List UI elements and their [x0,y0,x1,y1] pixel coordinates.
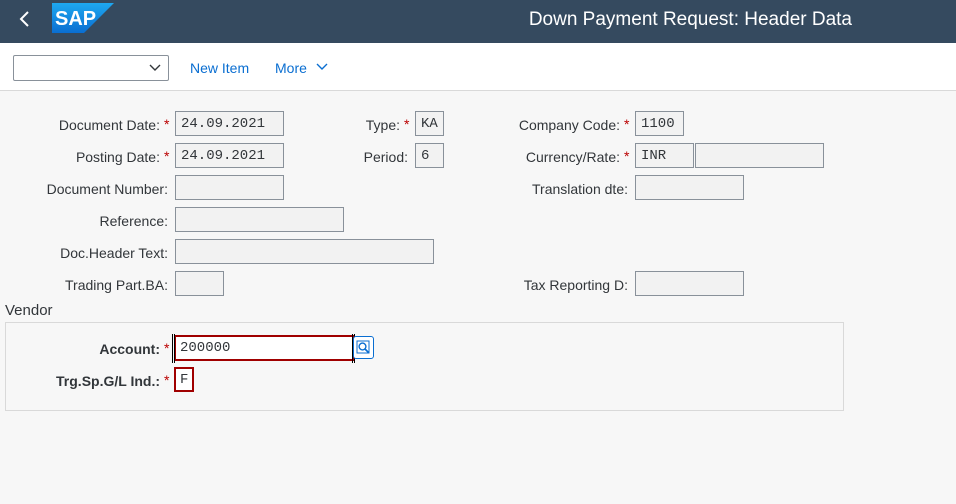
page-title: Down Payment Request: Header Data [528,9,852,30]
value-help-icon [356,340,370,354]
document-date-field[interactable]: 24.09.2021 [175,111,284,136]
tax-reporting-label: Tax Reporting D: [523,277,628,293]
more-label: More [275,60,307,76]
document-date-label: Document Date: [58,117,160,133]
rate-field[interactable] [695,143,824,168]
sap-logo: SAP [52,3,114,33]
document-number-label: Document Number: [46,181,168,197]
more-button[interactable]: More [275,60,329,76]
required-marker: * [164,340,170,356]
chevron-down-icon [149,64,161,71]
posting-date-field[interactable]: 24.09.2021 [175,143,284,168]
reference-label: Reference: [99,213,168,229]
vendor-section [5,322,844,411]
logo-text: SAP [55,8,96,30]
type-field[interactable]: KA [415,111,444,136]
document-number-field[interactable] [175,175,284,200]
shell-bar: SAP Down Payment Request: Header Data [0,0,956,43]
account-label: Account: [99,341,160,357]
trg-sp-gl-label: Trg.Sp.G/L Ind.: [56,373,160,389]
required-marker: * [164,116,170,132]
required-marker: * [404,116,410,132]
account-field[interactable]: 200000 [174,335,354,361]
required-marker: * [624,116,630,132]
chevron-down-icon [316,63,328,70]
company-code-label: Company Code: [518,117,620,133]
trg-sp-gl-value: F [180,372,189,388]
posting-date-label: Posting Date: [75,149,160,165]
chevron-left-icon [19,11,29,27]
required-marker: * [164,372,170,388]
value-help-button[interactable] [353,336,374,359]
translation-date-field[interactable] [635,175,744,200]
account-value: 200000 [180,340,231,356]
company-code-field[interactable]: 1100 [635,111,684,136]
text-cursor [172,334,175,363]
required-marker: * [624,148,630,164]
period-field[interactable]: 6 [415,143,444,168]
new-item-button[interactable]: New Item [190,60,249,76]
doc-header-text-label: Doc.Header Text: [60,245,168,261]
vendor-section-title: Vendor [5,302,53,319]
action-select[interactable] [13,55,169,81]
back-button[interactable] [14,8,36,30]
type-label: Type: [365,117,400,133]
reference-field[interactable] [175,207,344,232]
period-label: Period: [363,149,408,165]
trading-part-field[interactable] [175,271,224,296]
toolbar: New Item More [0,43,956,91]
trading-part-label: Trading Part.BA: [65,277,168,293]
trg-sp-gl-field[interactable]: F [174,367,194,392]
required-marker: * [164,148,170,164]
currency-rate-label: Currency/Rate: [525,149,620,165]
translation-date-label: Translation dte: [532,181,628,197]
tax-reporting-field[interactable] [635,271,744,296]
doc-header-text-field[interactable] [175,239,434,264]
currency-field[interactable]: INR [635,143,694,168]
